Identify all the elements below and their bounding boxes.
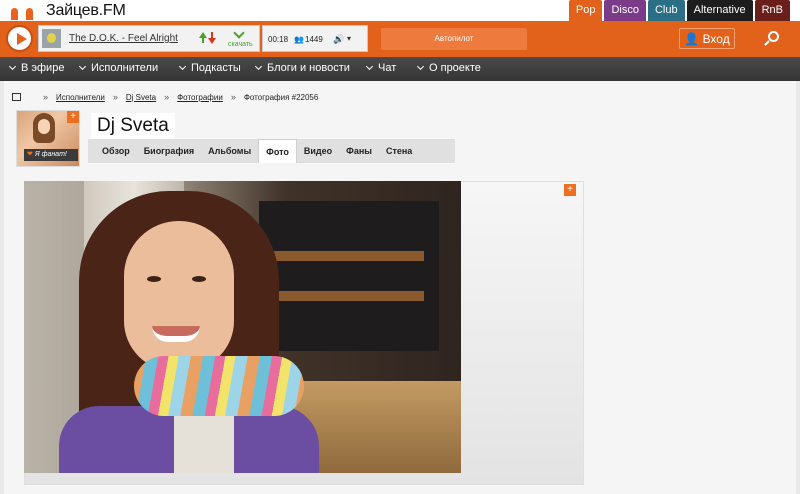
nav-item-chat[interactable]: Чат — [365, 62, 396, 74]
player-controls: 00:18 👥 1449 🔊 ▾ — [262, 25, 368, 52]
nav-item-podcasts[interactable]: Подкасты — [178, 62, 241, 74]
track-cover — [42, 29, 61, 48]
chevron-down-icon — [365, 62, 374, 71]
genre-tab-pop[interactable]: Pop — [568, 0, 603, 21]
login-label: Вход — [702, 32, 730, 46]
breadcrumb-current: Фотография #22056 — [243, 92, 319, 102]
genre-tabs: Pop Disco Club Alternative RnB — [567, 0, 790, 21]
add-icon[interactable]: + — [67, 111, 79, 123]
search-icon[interactable] — [768, 31, 779, 42]
breadcrumb: » Исполнители » Dj Sveta » Фотографии » … — [12, 92, 318, 102]
tab-albums[interactable]: Альбомы — [201, 139, 258, 163]
add-icon[interactable]: + — [564, 184, 576, 196]
like-arrow-icon[interactable] — [199, 32, 207, 43]
nav-item-on-air[interactable]: В эфире — [8, 62, 64, 74]
genre-tab-club[interactable]: Club — [647, 0, 685, 21]
listeners-count: 1449 — [305, 35, 323, 44]
autopilot-button[interactable]: Автопилот — [381, 28, 527, 50]
main-nav: В эфире Исполнители Подкасты Блоги и нов… — [0, 57, 800, 81]
genre-tab-alternative[interactable]: Alternative — [686, 0, 753, 21]
artist-tabs: Обзор Биография Альбомы Фото Видео Фаны … — [88, 139, 455, 163]
breadcrumb-photos[interactable]: Фотографии — [177, 93, 223, 102]
download-label[interactable]: скачать — [228, 41, 253, 48]
playback-time: 00:18 — [268, 35, 289, 44]
tab-biography[interactable]: Биография — [137, 139, 201, 163]
breadcrumb-artist[interactable]: Dj Sveta — [126, 93, 156, 102]
tab-fans[interactable]: Фаны — [339, 139, 379, 163]
user-icon: 👤 — [684, 32, 700, 46]
login-button[interactable]: 👤 Вход — [679, 28, 735, 49]
logo-icon[interactable] — [8, 8, 36, 22]
tab-wall[interactable]: Стена — [379, 139, 419, 163]
tab-photo[interactable]: Фото — [258, 139, 297, 163]
breadcrumb-artists[interactable]: Исполнители — [56, 93, 105, 102]
chevron-down-icon — [8, 62, 17, 71]
artist-name: Dj Sveta — [91, 113, 175, 139]
chevron-down-icon — [178, 62, 187, 71]
now-playing: The D.O.K. - Feel Alright скачать — [38, 25, 260, 52]
genre-tab-rnb[interactable]: RnB — [754, 0, 790, 21]
home-icon[interactable] — [12, 93, 21, 101]
play-button[interactable] — [6, 25, 33, 52]
dislike-arrow-icon[interactable] — [208, 32, 216, 44]
download-icon[interactable] — [233, 27, 245, 39]
nav-item-about[interactable]: О проекте — [416, 62, 481, 74]
chevron-down-icon[interactable]: ▾ — [347, 34, 351, 43]
heart-icon: ❤ — [27, 151, 33, 158]
chevron-down-icon — [254, 62, 263, 71]
nav-item-blogs[interactable]: Блоги и новости — [254, 62, 350, 74]
chevron-down-icon — [416, 62, 425, 71]
top-header: Зайцев.FM Pop Disco Club Alternative RnB — [0, 0, 800, 21]
artist-photo[interactable] — [24, 181, 461, 473]
track-title-link[interactable]: The D.O.K. - Feel Alright — [69, 33, 178, 44]
chevron-down-icon — [78, 62, 87, 71]
tab-overview[interactable]: Обзор — [88, 139, 137, 163]
fan-button[interactable]: ❤ Я фанат! — [24, 149, 78, 161]
genre-tab-disco[interactable]: Disco — [604, 0, 646, 21]
listeners-icon: 👥 — [294, 35, 304, 44]
site-title[interactable]: Зайцев.FM — [46, 2, 126, 20]
tab-video[interactable]: Видео — [297, 139, 339, 163]
nav-item-artists[interactable]: Исполнители — [78, 62, 158, 74]
volume-icon[interactable]: 🔊 — [333, 34, 344, 45]
